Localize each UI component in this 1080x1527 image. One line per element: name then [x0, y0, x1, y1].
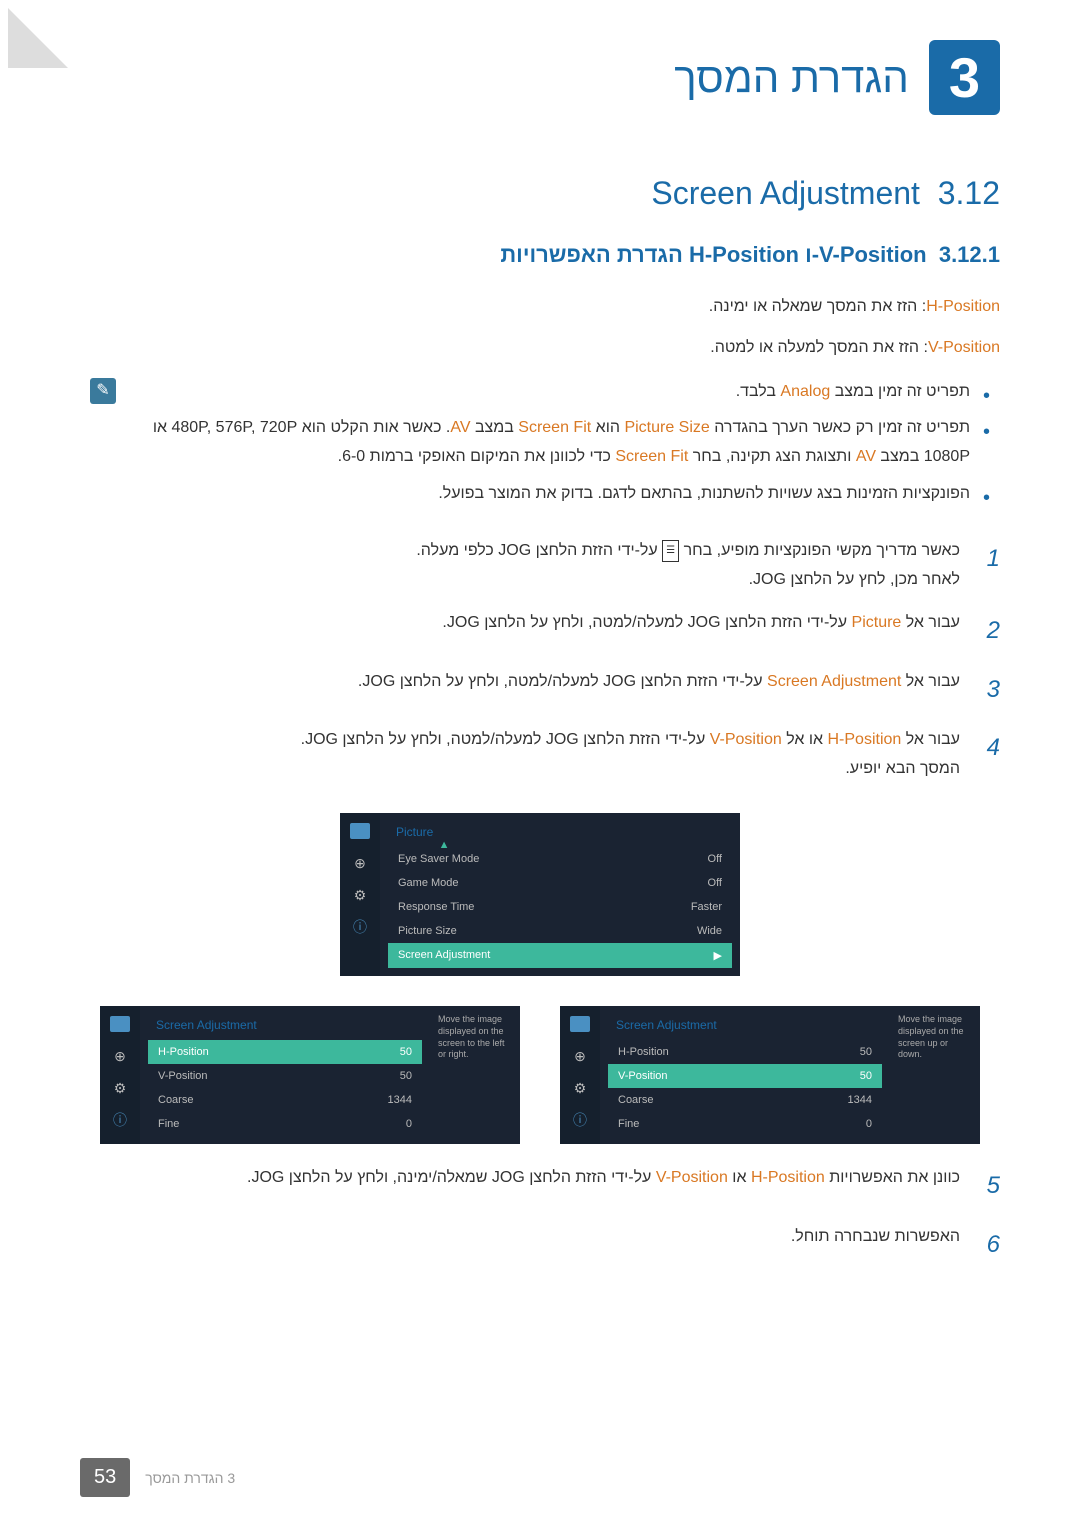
step-1: 1 כאשר מדריך מקשי הפונקציות מופיע, בחר ☰… — [80, 537, 1000, 595]
osd-description: Move the image displayed on the screen u… — [890, 1006, 980, 1144]
osd-row: ▲Eye Saver ModeOff — [388, 847, 732, 871]
note-2: תפריט זה זמין רק כאשר הערך בהגדרה Pictur… — [126, 414, 990, 472]
step-3: 3 עבור אל Screen Adjustment על-ידי הזזת … — [80, 668, 1000, 711]
gear-icon: ⚙ — [350, 885, 370, 905]
osd-screen-adjustment-v: ⊕ ⚙ ⓘ Screen Adjustment H-Position50 V-P… — [560, 1006, 980, 1144]
vposition-desc: V-Position: הזז את המסך למעלה או למטה. — [80, 334, 1000, 363]
corner-decoration — [8, 8, 68, 68]
osd-row: H-Position50 — [608, 1040, 882, 1064]
subsection-title: הגדרת האפשרויות H-Position ו-V-Position … — [80, 242, 1000, 268]
note-1: תפריט זה זמין במצב Analog בלבד. — [126, 378, 990, 407]
osd-row-selected: H-Position50 — [148, 1040, 422, 1064]
osd-row: Fine0 — [608, 1112, 882, 1136]
step-5: 5 כוונן את האפשרויות H-Position או V-Pos… — [80, 1164, 1000, 1207]
info-icon-osd: ⓘ — [110, 1110, 130, 1130]
osd-row: V-Position50 — [148, 1064, 422, 1088]
page-footer: 3 הגדרת המסך 53 — [80, 1458, 1000, 1497]
osd-title: Screen Adjustment — [608, 1014, 882, 1040]
osd-row-selected: V-Position50 — [608, 1064, 882, 1088]
gear-icon: ⚙ — [570, 1078, 590, 1098]
footer-text: 3 הגדרת המסך — [145, 1470, 235, 1486]
gear-icon: ⚙ — [110, 1078, 130, 1098]
nav-icon: ⊕ — [570, 1046, 590, 1066]
info-icon-osd: ⓘ — [570, 1110, 590, 1130]
step-6: 6 האפשרות שנבחרה תוחל. — [80, 1223, 1000, 1266]
osd-picture-menu: ⊕ ⚙ ⓘ Picture ▲Eye Saver ModeOff Game Mo… — [340, 813, 740, 976]
osd-description: Move the image displayed on the screen t… — [430, 1006, 520, 1144]
monitor-icon — [570, 1014, 590, 1034]
osd-screen-adjustment-h: ⊕ ⚙ ⓘ Screen Adjustment H-Position50 V-P… — [100, 1006, 520, 1144]
nav-icon: ⊕ — [110, 1046, 130, 1066]
notes-list: תפריט זה זמין במצב Analog בלבד. תפריט זה… — [126, 378, 990, 517]
chapter-title: הגדרת המסך — [674, 54, 909, 102]
chapter-header: 3 הגדרת המסך — [80, 40, 1000, 115]
page-number: 53 — [80, 1458, 130, 1497]
osd-row: Fine0 — [148, 1112, 422, 1136]
monitor-icon — [110, 1014, 130, 1034]
step-2: 2 עבור אל Picture על-ידי הזזת הלחצן JOG … — [80, 609, 1000, 652]
menu-icon: ☰ — [662, 540, 679, 562]
osd-row: Picture SizeWide — [388, 919, 732, 943]
osd-row: Response TimeFaster — [388, 895, 732, 919]
osd-row: Game ModeOff — [388, 871, 732, 895]
osd-row: Coarse1344 — [148, 1088, 422, 1112]
osd-row: Coarse1344 — [608, 1088, 882, 1112]
note-3: הפונקציות הזמינות בצג עשויות להשתנות, בה… — [126, 480, 990, 509]
info-icon-osd: ⓘ — [350, 917, 370, 937]
info-icon: ✎ — [90, 378, 116, 404]
osd-title: Screen Adjustment — [148, 1014, 422, 1040]
step-4: 4 עבור אל H-Position או אל V-Position על… — [80, 726, 1000, 784]
section-title: Screen Adjustment 3.12 — [80, 175, 1000, 212]
osd-row-selected: Screen Adjustment▶ — [388, 943, 732, 968]
hposition-desc: H-Position: הזז את המסך שמאלה או ימינה. — [80, 293, 1000, 322]
nav-icon: ⊕ — [350, 853, 370, 873]
chapter-number: 3 — [929, 40, 1000, 115]
monitor-icon — [350, 821, 370, 841]
